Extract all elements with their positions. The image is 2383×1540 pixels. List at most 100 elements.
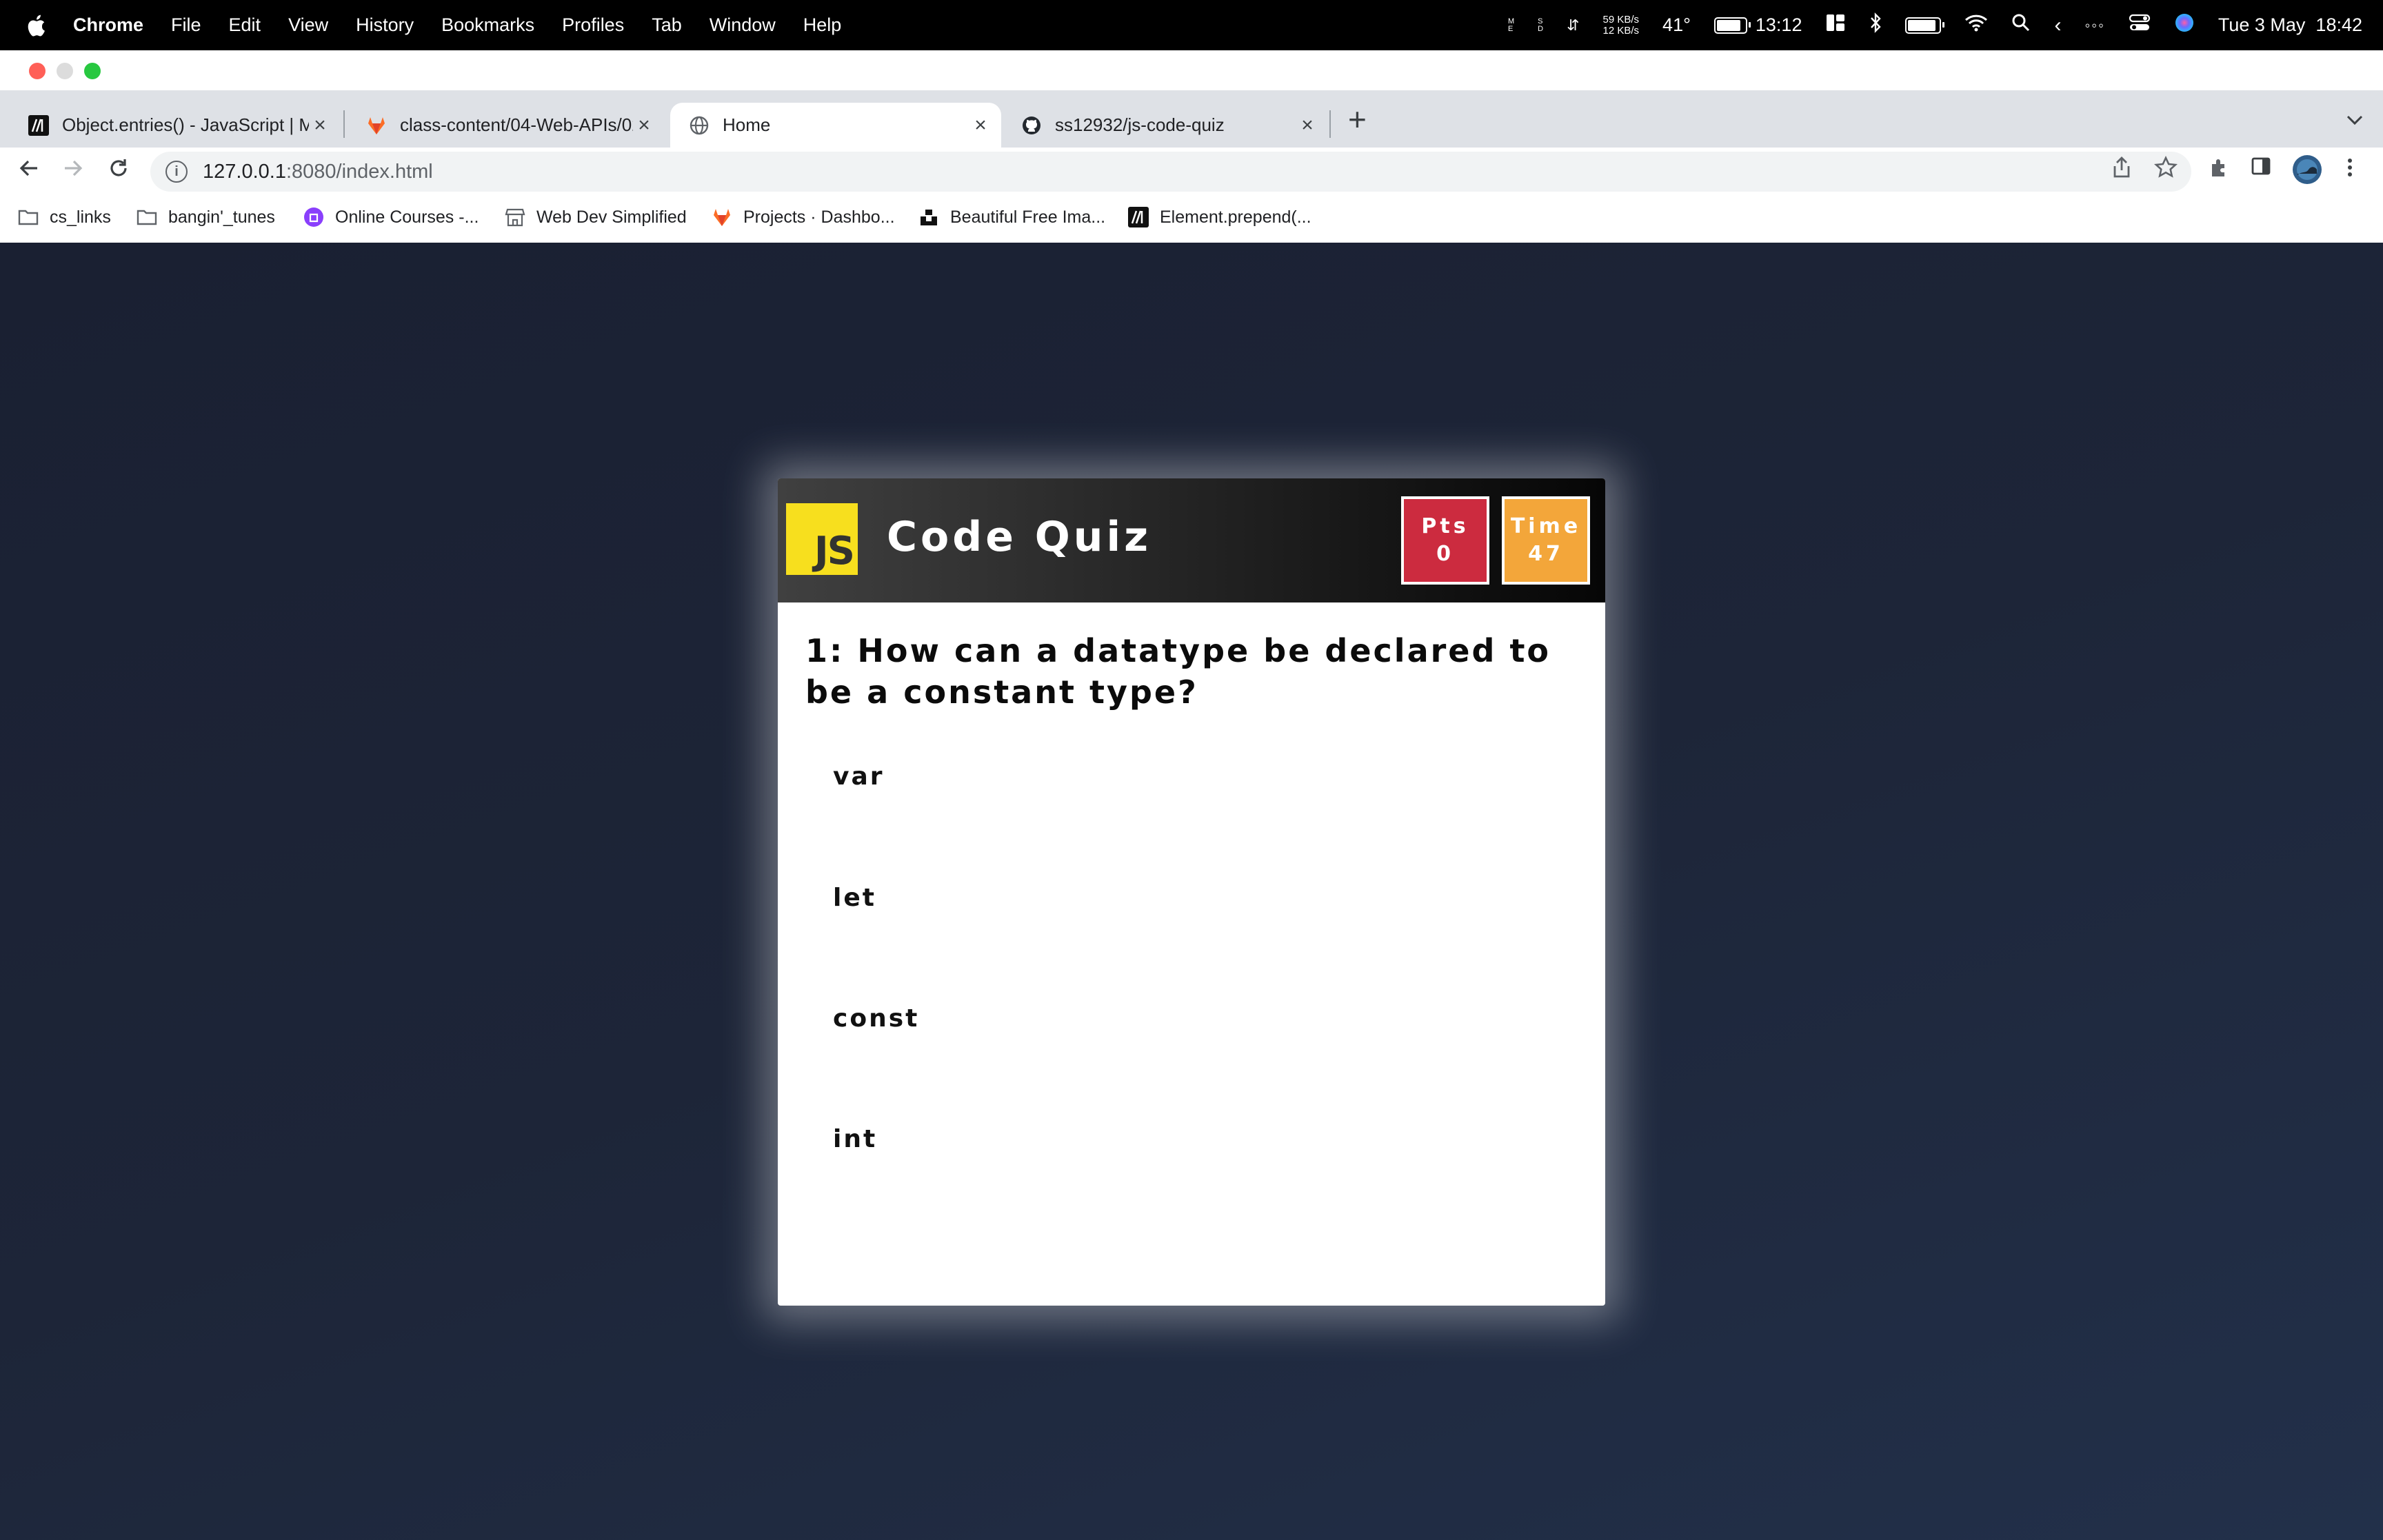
bookmark-label: Online Courses -... bbox=[335, 207, 479, 227]
battery-level-icon[interactable] bbox=[1905, 17, 1945, 34]
tab-class-content[interactable]: class-content/04-Web-APIs/02 × bbox=[348, 103, 665, 148]
temperature[interactable]: 41° bbox=[1662, 14, 1691, 36]
network-arrows-icon[interactable]: ⇵ bbox=[1567, 17, 1579, 34]
battery-time: 13:12 bbox=[1755, 14, 1802, 35]
new-tab-button[interactable]: + bbox=[1348, 103, 1367, 135]
url-text[interactable]: 127.0.0.1:8080/index.html bbox=[203, 161, 433, 183]
ssd-icon[interactable]: SD bbox=[1538, 17, 1543, 33]
chrome-menu-icon[interactable] bbox=[2344, 156, 2355, 185]
bookmark-label: Projects · Dashbo... bbox=[743, 207, 895, 227]
timer-box: Time 47 bbox=[1502, 496, 1590, 585]
bookmark-label: cs_links bbox=[50, 207, 111, 227]
points-label: Pts bbox=[1421, 514, 1469, 538]
more-dots-icon[interactable]: ◦◦◦ bbox=[2084, 17, 2104, 34]
bookmark-cs-links[interactable]: cs_links bbox=[18, 207, 111, 227]
bookmark-projects-dashboard[interactable]: Projects · Dashbo... bbox=[712, 207, 895, 227]
answer-option-int[interactable]: int bbox=[805, 1097, 1578, 1180]
bookmark-star-icon[interactable] bbox=[2153, 155, 2178, 185]
zoom-window-button[interactable] bbox=[84, 63, 101, 79]
reload-icon[interactable] bbox=[106, 156, 131, 188]
memory-icon[interactable]: ME bbox=[1508, 17, 1514, 33]
mdn-icon bbox=[1128, 207, 1149, 227]
tab-github-quiz[interactable]: ss12932/js-code-quiz × bbox=[1003, 103, 1328, 148]
answer-option-var[interactable]: var bbox=[805, 735, 1578, 818]
spotlight-search-icon[interactable] bbox=[2011, 13, 2031, 37]
js-logo: JS bbox=[786, 503, 858, 575]
datetime[interactable]: Tue 3 May 18:42 bbox=[2218, 14, 2362, 36]
menu-window[interactable]: Window bbox=[710, 14, 776, 36]
status-area: ME SD ⇵ 59 KB/s 12 KB/s 41° 13:12 ‹ ◦◦◦ bbox=[1508, 0, 2362, 50]
tab-title: Object.entries() - JavaScript | M bbox=[62, 114, 309, 135]
side-panel-icon[interactable] bbox=[2251, 156, 2271, 182]
menu-profiles[interactable]: Profiles bbox=[562, 14, 624, 36]
bookmark-online-courses[interactable]: Online Courses -... bbox=[303, 207, 479, 227]
time-label: Time bbox=[1510, 514, 1582, 538]
layout-icon[interactable] bbox=[1825, 12, 1846, 38]
macos-menu-bar: Chrome File Edit View History Bookmarks … bbox=[0, 0, 2383, 50]
question-text: 1: How can a datatype be declared to be … bbox=[805, 632, 1551, 711]
menu-file[interactable]: File bbox=[171, 14, 201, 36]
apple-icon[interactable] bbox=[26, 13, 48, 38]
share-icon[interactable] bbox=[2111, 156, 2132, 185]
wifi-icon[interactable] bbox=[1964, 13, 1988, 37]
tab-separator bbox=[343, 110, 345, 138]
bookmark-label: Beautiful Free Ima... bbox=[950, 207, 1106, 227]
battery-status[interactable]: 13:12 bbox=[1713, 14, 1802, 36]
tab-home[interactable]: Home × bbox=[670, 103, 1001, 148]
bookmark-web-dev-simplified[interactable]: Web Dev Simplified bbox=[505, 207, 687, 227]
bluetooth-icon[interactable] bbox=[1869, 12, 1882, 38]
answer-option-let[interactable]: let bbox=[805, 856, 1578, 939]
course-icon bbox=[303, 207, 324, 227]
close-window-button[interactable] bbox=[29, 63, 46, 79]
menu-history[interactable]: History bbox=[356, 14, 414, 36]
page-background: JS Code Quiz Pts 0 Time 47 1: How can a … bbox=[0, 243, 2383, 1540]
points-value: 0 bbox=[1436, 542, 1454, 566]
menu-view[interactable]: View bbox=[288, 14, 328, 36]
url-host: 127.0.0.1 bbox=[203, 160, 286, 183]
close-tab-icon[interactable]: × bbox=[1296, 114, 1318, 137]
answer-option-const[interactable]: const bbox=[805, 977, 1578, 1060]
github-icon bbox=[1020, 114, 1043, 136]
menu-help[interactable]: Help bbox=[803, 14, 842, 36]
mdn-icon bbox=[28, 114, 50, 136]
tab-search-chevron-down-icon[interactable] bbox=[2346, 110, 2364, 132]
tab-strip: Object.entries() - JavaScript | M × clas… bbox=[0, 90, 2383, 148]
folder-icon bbox=[137, 207, 157, 227]
menu-bookmarks[interactable]: Bookmarks bbox=[441, 14, 534, 36]
bookmark-element-prepend[interactable]: Element.prepend(... bbox=[1128, 207, 1311, 227]
menu-app-name[interactable]: Chrome bbox=[73, 14, 143, 36]
time-value: 47 bbox=[1528, 542, 1564, 566]
close-tab-icon[interactable]: × bbox=[969, 114, 992, 137]
bookmarks-bar: cs_links bangin'_tunes Online Courses -.… bbox=[0, 196, 2383, 243]
address-bar[interactable]: i 127.0.0.1:8080/index.html bbox=[150, 152, 2191, 192]
profile-avatar[interactable] bbox=[2292, 154, 2322, 190]
url-path: :8080/index.html bbox=[285, 160, 433, 183]
store-icon bbox=[505, 207, 525, 227]
quiz-title: Code Quiz bbox=[887, 513, 1152, 561]
network-up: 59 KB/s bbox=[1602, 13, 1640, 26]
siri-icon[interactable] bbox=[2174, 12, 2195, 38]
bookmark-label: Element.prepend(... bbox=[1160, 207, 1311, 227]
close-tab-icon[interactable]: × bbox=[633, 114, 655, 137]
points-box: Pts 0 bbox=[1401, 496, 1489, 585]
minimize-window-button[interactable] bbox=[57, 63, 73, 79]
bookmark-label: Web Dev Simplified bbox=[536, 207, 687, 227]
tab-title: Home bbox=[723, 114, 771, 135]
back-arrow-icon[interactable] bbox=[17, 156, 41, 188]
network-speed[interactable]: 59 KB/s 12 KB/s bbox=[1603, 14, 1640, 37]
globe-icon bbox=[688, 114, 710, 136]
battery-icon bbox=[1713, 17, 1751, 34]
menu-tab[interactable]: Tab bbox=[652, 14, 682, 36]
forward-arrow-icon[interactable] bbox=[61, 156, 86, 188]
bookmark-beautiful-free-images[interactable]: Beautiful Free Ima... bbox=[918, 207, 1105, 227]
tab-title: class-content/04-Web-APIs/02 bbox=[400, 114, 633, 135]
control-center-icon[interactable] bbox=[2129, 13, 2151, 37]
menu-edit[interactable]: Edit bbox=[229, 14, 261, 36]
extensions-icon[interactable] bbox=[2208, 156, 2231, 185]
site-info-icon[interactable]: i bbox=[165, 161, 188, 183]
close-tab-icon[interactable]: × bbox=[309, 114, 331, 137]
window-titlebar bbox=[0, 50, 2383, 91]
chevron-left-icon[interactable]: ‹ bbox=[2054, 14, 2061, 37]
tab-object-entries[interactable]: Object.entries() - JavaScript | M × bbox=[10, 103, 341, 148]
bookmark-bangin-tunes[interactable]: bangin'_tunes bbox=[137, 207, 275, 227]
